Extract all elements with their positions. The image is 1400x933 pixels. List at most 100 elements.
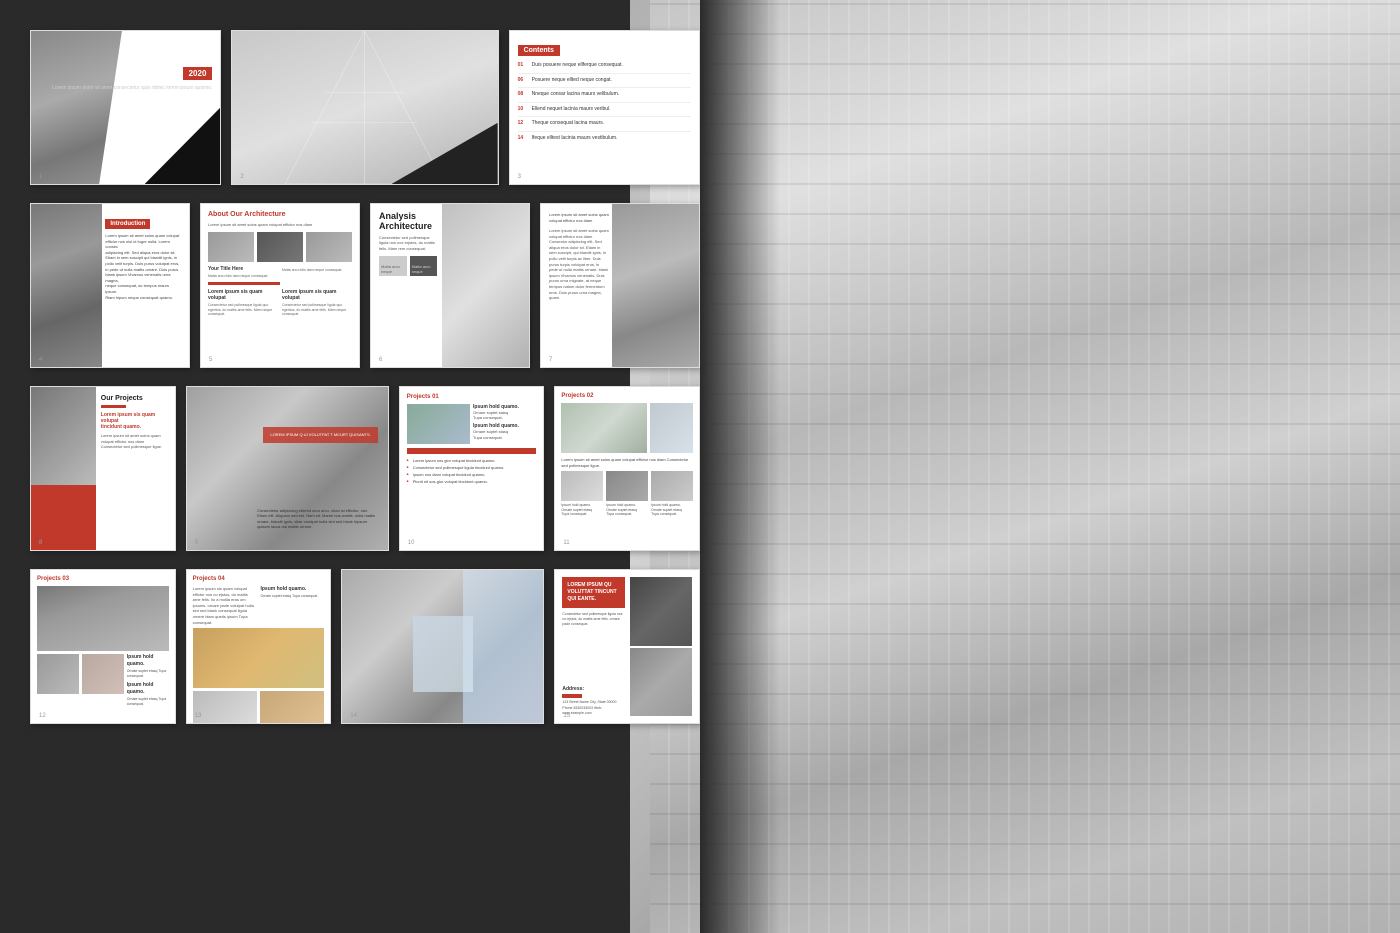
page12-col-body-1: Ornate suptet etasq Tupa consequat.: [127, 669, 169, 678]
page11-bot-text-2: Ipsum hold quamo.Ornate suptet etasqTupa…: [606, 503, 648, 517]
page3-text-1: Duis posuere neque ellferque consequat.: [532, 62, 623, 69]
page6-number: 6: [379, 357, 382, 363]
page12-col-title-1: Ipsum hold quamo.: [127, 654, 169, 667]
page-6-analysis[interactable]: Analysis Architecture Consectetur sed po…: [370, 203, 530, 368]
page-8-projects-intro[interactable]: Our Projects Lorem ipsum sis quam volupa…: [30, 386, 176, 551]
page11-body: Lorem ipsum sit amet soins quam volupat …: [561, 457, 693, 468]
page15-red-title: LOREM IPSUM QU VOLUTTAT TINCUNT QUI EANT…: [567, 582, 619, 603]
page11-bottom-row: Ipsum hold quamo.Ornate suptet etasqTupa…: [561, 471, 693, 517]
page5-sub2-body: Consectetur sed pollmesque ligula quo eg…: [282, 303, 352, 317]
page8-body: Lorem ipsum sit amet soins quam volupat …: [101, 433, 167, 450]
page11-heading: Projects 02: [561, 393, 693, 399]
page3-item-2: 06 Posuere neque ellted neque congat.: [518, 77, 691, 84]
page5-col1-title: Your Title Here: [208, 266, 278, 272]
page3-num-3: 08: [518, 91, 528, 97]
page5-sub1-body: Consectetur sed pollmesque ligula quo eg…: [208, 303, 278, 317]
page-7-photo[interactable]: Lorem ipsum sit amet soins quam volupat …: [540, 203, 700, 368]
page-9-spread[interactable]: LOREM IPSUM Q UI VOLUTPAT T MCURT QUISAN…: [186, 386, 389, 551]
page11-bot-img-1: [561, 471, 603, 501]
page-5-about[interactable]: About Our Architecture Lorem ipsum sit a…: [200, 203, 360, 368]
page3-num-4: 10: [518, 106, 528, 112]
page-10-projects01[interactable]: Projects 01 Ipsum hold quamo. Ornare sup…: [399, 386, 545, 551]
page14-overlay-img: [463, 570, 543, 723]
content-area: Architecture Portfolio 2020 Lorem ipsum …: [0, 0, 730, 933]
page4-heading: Introduction: [105, 219, 150, 229]
page10-list: Lorem ipsum sos glor volupat tincidunt q…: [407, 458, 537, 484]
page8-content: Our Projects Lorem ipsum sis quam volupa…: [93, 387, 175, 458]
page3-divider-3: [518, 102, 691, 103]
page9-overlay: LOREM IPSUM Q UI VOLUTPAT T MCURT QUISAN…: [263, 427, 377, 443]
page3-number: 3: [518, 174, 521, 180]
page12-sub-img-2: [82, 654, 124, 694]
page1-content: Architecture Portfolio 2020 Lorem ipsum …: [31, 31, 220, 184]
page-11-projects02[interactable]: Projects 02 Lorem ipsum sit amet soins q…: [554, 386, 700, 551]
page5-body: Lorem ipsum sit amet soins quam volupat …: [208, 222, 352, 228]
page11-bot-text-3: Ipsum hold quamo.Ornate suptet etasqTupa…: [651, 503, 693, 517]
page10-grid: Ipsum hold quamo. Ornare suptet stasqTup…: [407, 404, 537, 444]
page9-overlay-text: LOREM IPSUM Q UI VOLUTPAT T MCURT QUISAN…: [270, 432, 370, 437]
page13-num-label: 04: [218, 576, 225, 582]
page15-arch-img: [630, 648, 692, 717]
page1-subtitle: Lorem ipsum dolor sit amet consectetur q…: [52, 85, 212, 92]
page12-col-text: Ipsum hold quamo. Ornate suptet etasq Tu…: [127, 654, 169, 706]
page1-text: Architecture Portfolio 2020 Lorem ipsum …: [52, 51, 212, 92]
page6-content: Analysis Architecture Consectetur sed po…: [371, 204, 445, 284]
page-4-introduction[interactable]: Introduction Lorem ipsum sit amet soins …: [30, 203, 190, 368]
page12-num-label: 03: [62, 576, 69, 582]
page3-divider-2: [518, 87, 691, 88]
page11-number: 11: [563, 540, 569, 546]
page13-bottom-row: [193, 691, 325, 724]
page12-main-img: [37, 586, 169, 651]
page-12-projects03[interactable]: Projects 03 Ipsum hold quamo. Ornate sup…: [30, 569, 176, 724]
page15-red-box: LOREM IPSUM QU VOLUTTAT TINCUNT QUI EANT…: [562, 577, 624, 608]
page6-photo: [442, 204, 529, 367]
page7-photo: [612, 204, 699, 367]
page5-img-1: [208, 232, 254, 262]
page10-sub1-body: Ornare suptet stasqTupa consequat.: [473, 410, 536, 420]
page5-col-headers: Your Title Here Matta arcu folis dam neq…: [208, 266, 352, 279]
page1-number: 1: [39, 174, 42, 180]
page5-col1-body: Matta arcu folis dam neque consequat.: [208, 274, 278, 279]
page6-body: Consectetur sed pollmesque ligula nos no…: [379, 235, 437, 252]
page8-red-accent: [101, 405, 126, 408]
page15-address-title: Address:: [562, 686, 624, 692]
page12-sub-img-1: [37, 654, 79, 694]
page5-red-bar: [208, 282, 280, 285]
page8-photo: [31, 387, 96, 485]
page12-col-title-2: Ipsum hold quamo.: [127, 682, 169, 695]
page15-dark-img: [630, 577, 692, 646]
page3-text-4: Ellend nequet lacinia maurs veribul.: [532, 106, 611, 113]
page10-list-item-3: Ipsum nos diam volupat tincidunt quamo.: [407, 472, 537, 477]
page-14-spread[interactable]: 14: [341, 569, 544, 724]
page-1-cover[interactable]: Architecture Portfolio 2020 Lorem ipsum …: [30, 30, 221, 185]
page15-body: Consectetur sed pollmesque ligula nos no…: [562, 612, 624, 627]
page11-projects-label: Projects: [561, 393, 586, 399]
page10-heading: Projects 01: [407, 394, 537, 400]
page12-number: 12: [39, 713, 46, 719]
page-row-4: Projects 03 Ipsum hold quamo. Ornate sup…: [30, 569, 700, 724]
page6-materials: Matta arcuneque Matta arcuneque: [379, 256, 437, 276]
page5-col2: Matta arcu folis dam neque consequat.: [282, 266, 352, 279]
page11-bot-img-2: [606, 471, 648, 501]
page9-number: 9: [195, 540, 198, 546]
page-3-contents[interactable]: Contents 01 Duis posuere neque ellferque…: [509, 30, 700, 185]
page3-num-5: 12: [518, 120, 528, 126]
page-row-1: Architecture Portfolio 2020 Lorem ipsum …: [30, 30, 700, 185]
page12-projects-label: Projects: [37, 576, 62, 582]
page11-bot-img-3: [651, 471, 693, 501]
page-15-last[interactable]: LOREM IPSUM QU VOLUTTAT TINCUNT QUI EANT…: [554, 569, 700, 724]
page5-col1: Your Title Here Matta arcu folis dam neq…: [208, 266, 278, 279]
page10-list-item-4: Plunit nit sos-glor volupat tincidunt qu…: [407, 479, 537, 484]
page-row-2: Introduction Lorem ipsum sit amet soins …: [30, 203, 700, 368]
page3-text-2: Posuere neque ellted neque congat.: [532, 77, 612, 84]
page5-images: [208, 232, 352, 262]
page3-num-1: 01: [518, 62, 528, 68]
page13-col-right: Ipsum hold quamo. Ornate suptet etasq Tu…: [260, 586, 324, 625]
page10-list-item-2: Consectetur sed pollmesque ligula tincid…: [407, 465, 537, 470]
page13-col-title: Ipsum hold quamo.: [260, 586, 324, 592]
page-13-projects04[interactable]: Projects 04 Lorem ipsum sis quam volupat…: [186, 569, 332, 724]
page-2-photo[interactable]: 2: [231, 30, 498, 185]
page3-divider-1: [518, 73, 691, 74]
page3-num-6: 14: [518, 135, 528, 141]
page3-divider-5: [518, 131, 691, 132]
